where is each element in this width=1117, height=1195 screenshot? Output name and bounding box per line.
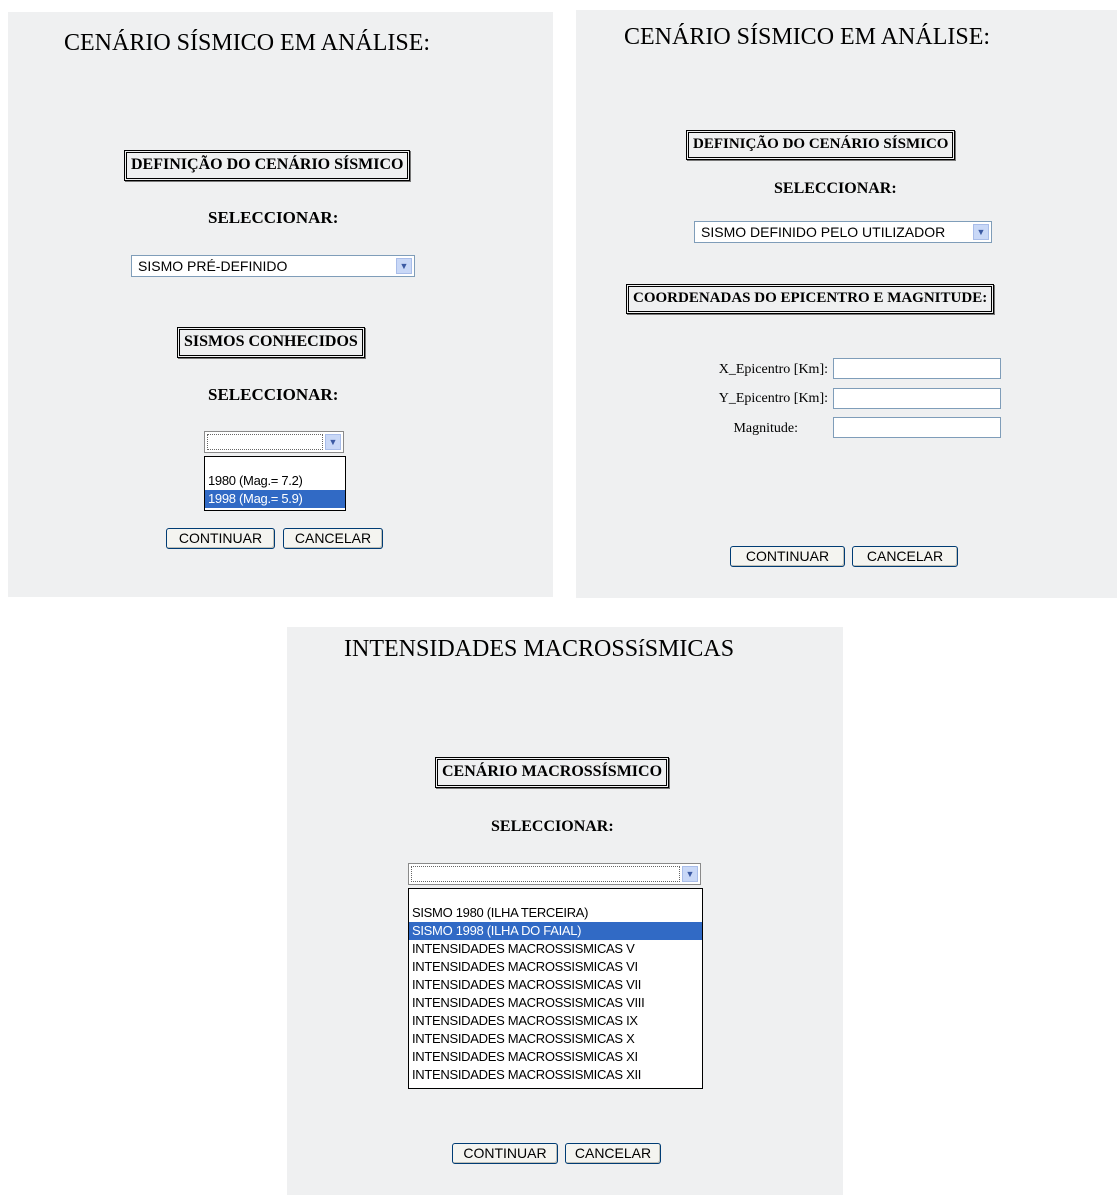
definition-box: DEFINIÇÃO DO CENÁRIO SÍSMICO: [686, 130, 956, 160]
page-title: CENÁRIO SÍSMICO EM ANÁLISE:: [64, 30, 431, 56]
dropdown-option[interactable]: SISMO 1980 (ILHA TERCEIRA): [409, 904, 702, 922]
continue-button[interactable]: CONTINUAR: [166, 528, 275, 549]
dropdown-option[interactable]: INTENSIDADES MACROSSISMICAS VI: [409, 958, 702, 976]
macroseismic-scenario-box: CENÁRIO MACROSSÍSMICO: [435, 757, 670, 788]
select-label: SELECCIONAR:: [774, 180, 897, 197]
magnitude-input[interactable]: [833, 417, 1001, 438]
page-title: CENÁRIO SÍSMICO EM ANÁLISE:: [624, 24, 991, 50]
select-focus-outline: [207, 434, 323, 450]
dropdown-option[interactable]: INTENSIDADES MACROSSISMICAS VII: [409, 976, 702, 994]
continue-button[interactable]: CONTINUAR: [730, 546, 845, 567]
scenario-select[interactable]: SISMO DEFINIDO PELO UTILIZADOR ▼: [694, 221, 992, 243]
macroseismic-select[interactable]: ▼: [408, 863, 701, 885]
macroseismic-dropdown-list: SISMO 1980 (ILHA TERCEIRA) SISMO 1998 (I…: [408, 888, 703, 1089]
dropdown-option[interactable]: INTENSIDADES MACROSSISMICAS XII: [409, 1066, 702, 1084]
dropdown-option[interactable]: INTENSIDADES MACROSSISMICAS IX: [409, 1012, 702, 1030]
x-epicenter-label: X_Epicentro [Km]:: [718, 362, 828, 377]
known-earthquake-select[interactable]: ▼: [204, 431, 344, 453]
dropdown-option[interactable]: INTENSIDADES MACROSSISMICAS XI: [409, 1048, 702, 1066]
select-label-2: SELECCIONAR:: [208, 385, 339, 404]
dropdown-option[interactable]: 1980 (Mag.= 7.2): [205, 472, 345, 490]
panel-predefined-earthquake: CENÁRIO SÍSMICO EM ANÁLISE: DEFINIÇÃO DO…: [8, 12, 553, 597]
dropdown-option[interactable]: INTENSIDADES MACROSSISMICAS V: [409, 940, 702, 958]
scenario-select-value: SISMO DEFINIDO PELO UTILIZADOR: [701, 224, 946, 240]
continue-button[interactable]: CONTINUAR: [452, 1143, 558, 1164]
panel-macroseismic-intensities: INTENSIDADES MACROSSíSMICAS CENÁRIO MACR…: [287, 627, 843, 1195]
y-epicenter-label: Y_Epicentro [Km]:: [718, 391, 828, 406]
dropdown-option-selected[interactable]: 1998 (Mag.= 5.9): [205, 490, 345, 508]
chevron-down-icon[interactable]: ▼: [396, 258, 412, 274]
chevron-down-icon[interactable]: ▼: [682, 866, 698, 882]
known-earthquakes-box: SISMOS CONHECIDOS: [177, 327, 365, 358]
scenario-select[interactable]: SISMO PRÉ-DEFINIDO ▼: [131, 255, 415, 277]
scenario-select-value: SISMO PRÉ-DEFINIDO: [138, 258, 288, 274]
dropdown-option[interactable]: INTENSIDADES MACROSSISMICAS VIII: [409, 994, 702, 1012]
cancel-button[interactable]: CANCELAR: [565, 1143, 661, 1164]
panel-user-defined-earthquake: CENÁRIO SÍSMICO EM ANÁLISE: DEFINIÇÃO DO…: [576, 10, 1117, 598]
chevron-down-icon[interactable]: ▼: [973, 224, 989, 240]
dropdown-option-selected[interactable]: SISMO 1998 (ILHA DO FAIAL): [409, 922, 702, 940]
x-epicenter-input[interactable]: [833, 358, 1001, 379]
cancel-button[interactable]: CANCELAR: [852, 546, 958, 567]
dropdown-option[interactable]: INTENSIDADES MACROSSISMICAS X: [409, 1030, 702, 1048]
definition-box: DEFINIÇÃO DO CENÁRIO SÍSMICO: [124, 150, 411, 181]
known-earthquake-dropdown-list: 1980 (Mag.= 7.2) 1998 (Mag.= 5.9): [204, 456, 346, 511]
chevron-down-icon[interactable]: ▼: [325, 434, 341, 450]
magnitude-label: Magnitude:: [733, 421, 798, 436]
cancel-button[interactable]: CANCELAR: [283, 528, 383, 549]
select-label: SELECCIONAR:: [208, 208, 339, 227]
select-focus-outline: [411, 866, 680, 882]
y-epicenter-input[interactable]: [833, 388, 1001, 409]
page-title: INTENSIDADES MACROSSíSMICAS: [344, 636, 735, 662]
select-label: SELECCIONAR:: [491, 818, 614, 835]
coordinates-box: COORDENADAS DO EPICENTRO E MAGNITUDE:: [626, 284, 995, 314]
